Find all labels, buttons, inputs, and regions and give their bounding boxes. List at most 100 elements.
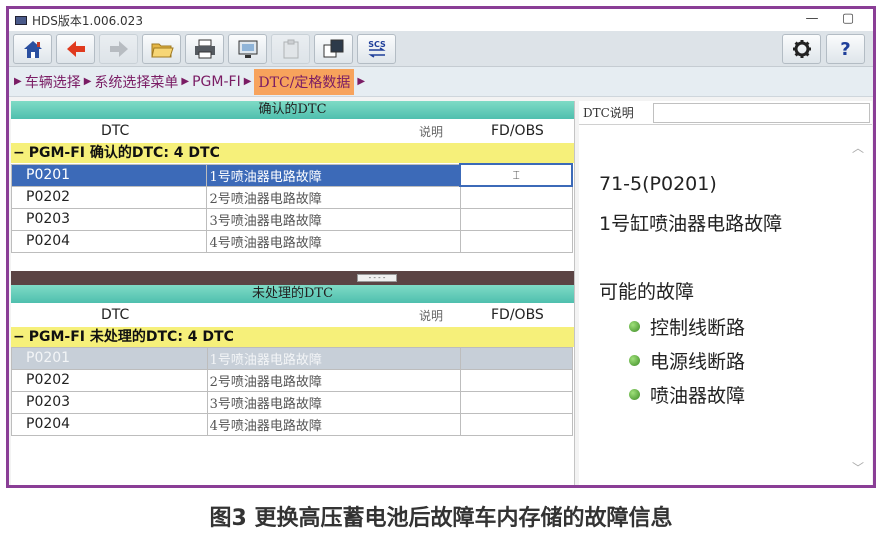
- table-row[interactable]: P0201 1号喷油器电路故障 ⌶: [10, 163, 573, 187]
- dtc-code: P0202: [10, 185, 208, 209]
- freeze-data-cell[interactable]: [460, 346, 573, 370]
- table-row[interactable]: P0201 1号喷油器电路故障: [11, 346, 573, 370]
- maximize-button[interactable]: ▢: [839, 11, 857, 27]
- save-screen-icon: [238, 40, 257, 58]
- column-dtc[interactable]: DTC: [101, 123, 129, 139]
- copy-window-button[interactable]: [314, 33, 353, 64]
- column-fd-obs[interactable]: FD/OBS: [491, 123, 544, 139]
- minimize-button[interactable]: —: [803, 11, 821, 27]
- pane-splitter[interactable]: - - - -: [11, 270, 574, 285]
- dtc-description: 2号喷油器电路故障: [206, 368, 462, 392]
- freeze-data-cell[interactable]: ⌶: [459, 163, 573, 187]
- detail-field: [653, 102, 870, 123]
- clipboard-icon: [283, 39, 298, 58]
- toolbar: SCS ?: [9, 31, 873, 67]
- settings-button[interactable]: [782, 34, 821, 64]
- pending-column-header: DTC 说明 FD/OBS: [11, 303, 574, 327]
- cause-item: 喷油器故障: [629, 381, 745, 408]
- detail-label: DTC说明: [583, 106, 634, 120]
- home-button[interactable]: [13, 33, 52, 64]
- back-arrow-icon: [66, 40, 85, 57]
- column-description[interactable]: 说明: [419, 307, 443, 324]
- dtc-description: 1号喷油器电路故障: [206, 163, 461, 187]
- freeze-data-cell[interactable]: [459, 229, 573, 253]
- dtc-description: 1号喷油器电路故障: [206, 346, 462, 370]
- home-icon: [23, 40, 42, 58]
- table-row[interactable]: P0202 2号喷油器电路故障: [10, 185, 573, 209]
- cause-text: 电源线断路: [650, 351, 746, 373]
- crumb-pgm-fi[interactable]: PGM-FI: [192, 74, 241, 90]
- column-description[interactable]: 说明: [419, 123, 443, 140]
- collapse-icon[interactable]: −: [13, 145, 25, 161]
- column-fd-obs[interactable]: FD/OBS: [491, 307, 544, 323]
- crumb-dtc-freeze-data[interactable]: DTC/定格数据: [254, 68, 355, 95]
- forward-button[interactable]: [99, 33, 138, 64]
- confirmed-group-label: PGM-FI 确认的DTC: 4 DTC: [28, 145, 220, 161]
- dtc-description: 4号喷油器电路故障: [206, 229, 461, 253]
- freeze-data-cell[interactable]: [459, 185, 573, 209]
- dtc-code: P0203: [10, 207, 208, 231]
- dtc-list-pane: 确认的DTC DTC 说明 FD/OBS − PGM-FI 确认的DTC: 4 D…: [10, 101, 575, 485]
- clipboard-button[interactable]: [271, 33, 310, 64]
- title-bar: HDS版本1.006.023 — ▢: [9, 9, 873, 31]
- pending-group-row[interactable]: − PGM-FI 未处理的DTC: 4 DTC: [11, 326, 574, 347]
- figure-caption: 图3 更换高压蓄电池后故障车内存储的故障信息: [209, 506, 673, 531]
- splitter-grip[interactable]: - - - -: [357, 273, 397, 282]
- column-dtc[interactable]: DTC: [101, 307, 129, 323]
- copy-window-icon: [323, 39, 343, 57]
- dtc-code: P0204: [11, 412, 208, 436]
- window-title: HDS版本1.006.023: [32, 13, 143, 28]
- dtc-description: 3号喷油器电路故障: [206, 207, 461, 231]
- detail-header: DTC说明: [579, 101, 872, 125]
- collapse-icon[interactable]: −: [13, 329, 25, 345]
- dtc-code: P0201: [11, 346, 208, 370]
- help-button[interactable]: ?: [826, 34, 865, 64]
- table-row[interactable]: P0204 4号喷油器电路故障: [11, 412, 573, 436]
- svg-text:SCS: SCS: [368, 40, 386, 49]
- open-folder-button[interactable]: [142, 33, 181, 64]
- freeze-data-cell[interactable]: [460, 412, 573, 436]
- gear-icon: [792, 40, 811, 58]
- table-row[interactable]: P0202 2号喷油器电路故障: [11, 368, 573, 392]
- print-button[interactable]: [185, 33, 224, 64]
- scroll-up-icon[interactable]: ︿: [852, 139, 864, 156]
- table-row[interactable]: P0204 4号喷油器电路故障: [10, 229, 573, 253]
- cause-text: 控制线断路: [650, 317, 746, 339]
- dtc-code: P0204: [10, 229, 208, 253]
- app-icon: [15, 15, 27, 25]
- crumb-arrow-icon: ▶: [83, 76, 92, 87]
- possible-causes-title: 可能的故障: [599, 281, 695, 303]
- dtc-code: P0201: [10, 163, 208, 187]
- dtc-code: P0202: [11, 368, 208, 392]
- back-button[interactable]: [56, 33, 95, 64]
- confirmed-group-row[interactable]: − PGM-FI 确认的DTC: 4 DTC: [11, 143, 574, 163]
- freeze-data-cell[interactable]: [460, 390, 573, 414]
- forward-arrow-icon: [109, 40, 128, 57]
- detail-code-line: 71-5(P0201): [599, 173, 717, 195]
- cause-item: 控制线断路: [629, 313, 745, 340]
- pending-group-label: PGM-FI 未处理的DTC: 4 DTC: [28, 328, 234, 345]
- scs-button[interactable]: SCS: [357, 33, 396, 64]
- printer-icon: [194, 39, 215, 58]
- save-screen-button[interactable]: [228, 33, 267, 64]
- crumb-arrow-icon: ▶: [181, 76, 190, 87]
- bullet-icon: [629, 321, 640, 332]
- crumb-system-menu[interactable]: 系统选择菜单: [94, 72, 178, 92]
- crumb-vehicle-select[interactable]: 车辆选择: [25, 72, 81, 92]
- scroll-down-icon[interactable]: ﹀: [852, 459, 864, 476]
- dtc-code: P0203: [11, 390, 208, 414]
- freeze-data-cell[interactable]: [459, 207, 573, 231]
- table-row[interactable]: P0203 3号喷油器电路故障: [10, 207, 573, 231]
- cause-item: 电源线断路: [629, 347, 745, 374]
- pending-dtc-header: 未处理的DTC: [11, 284, 574, 303]
- crumb-arrow-icon: ▶: [14, 76, 22, 87]
- dtc-description: 4号喷油器电路故障: [206, 412, 462, 436]
- crumb-arrow-icon: ▶: [243, 76, 252, 87]
- cause-text: 喷油器故障: [650, 385, 746, 407]
- dtc-description: 3号喷油器电路故障: [206, 390, 462, 414]
- table-row[interactable]: P0203 3号喷油器电路故障: [11, 390, 573, 414]
- confirmed-dtc-table: P0201 1号喷油器电路故障 ⌶ P0202 2号喷油器电路故障 P0203 …: [10, 163, 573, 253]
- freeze-data-cell[interactable]: [460, 368, 573, 392]
- folder-icon: [150, 43, 174, 57]
- scs-icon: SCS: [368, 40, 386, 58]
